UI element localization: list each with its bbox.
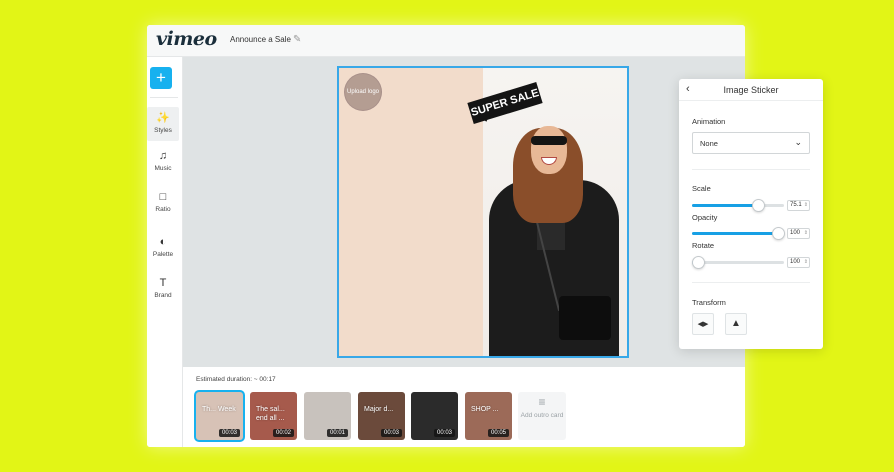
panel-title: Image Sticker <box>723 85 779 95</box>
sidebar-item-brand[interactable]: Τ Brand <box>147 276 179 299</box>
palette-icon: ◐ <box>159 236 167 248</box>
clip-duration: 00:03 <box>380 429 402 437</box>
canvas-stage: Upload logo SUPER SALE <box>183 57 745 367</box>
magic-wand-icon: ✨ <box>156 112 170 124</box>
panel-header: ‹ Image Sticker <box>679 79 823 101</box>
opacity-value: 100 <box>790 230 801 236</box>
sidebar-item-music[interactable]: ♫ Music <box>147 149 179 172</box>
clip-duration: 00:01 <box>326 429 348 437</box>
rotate-slider-thumb[interactable] <box>692 256 706 269</box>
transform-label: Transform <box>692 298 726 307</box>
flip-vertical-icon: ▲ <box>731 318 741 329</box>
timeline-clip[interactable]: 00:01 <box>304 392 351 440</box>
upload-logo-badge[interactable]: Upload logo <box>345 74 381 110</box>
timeline-clip[interactable]: The sal... end all ... 00:02 <box>250 392 297 440</box>
sidebar-item-styles[interactable]: ✨ Styles <box>147 107 179 141</box>
rotate-slider[interactable] <box>692 256 784 269</box>
estimated-duration: Estimated duration: ~ 00:17 <box>196 376 276 383</box>
clip-caption: Major d... <box>364 406 394 413</box>
clip-caption: The sal... end all ... <box>256 406 285 423</box>
ratio-icon: □ <box>159 191 167 203</box>
timeline-clip[interactable]: Th... Week 00:03 <box>196 392 243 440</box>
add-list-icon: ≡ <box>538 395 546 409</box>
timeline-clip[interactable]: Major d... 00:03 <box>358 392 405 440</box>
clip-caption: SHOP ... <box>471 406 499 413</box>
scale-slider[interactable] <box>692 199 784 212</box>
top-bar: vimeo Announce a Sale ✎ <box>147 25 745 57</box>
sidebar-item-palette[interactable]: ◐ Palette <box>147 235 179 258</box>
sidebar-item-label: Music <box>154 165 172 172</box>
add-button[interactable]: + <box>150 67 172 89</box>
stepper-icon[interactable]: ⇕ <box>804 258 808 267</box>
animation-select[interactable]: None ⌄ <box>692 132 810 154</box>
scale-slider-thumb[interactable] <box>752 199 766 212</box>
clip-duration: 00:03 <box>433 429 455 437</box>
scale-input[interactable]: 75.1 ⇕ <box>787 200 810 211</box>
opacity-label: Opacity <box>692 213 718 222</box>
chevron-down-icon: ⌄ <box>794 137 802 147</box>
rotate-value: 100 <box>790 259 801 265</box>
flip-horizontal-icon: ◀▶ <box>697 321 709 328</box>
panel-divider <box>692 282 810 283</box>
timeline-clip[interactable]: SHOP ... 00:05 <box>465 392 512 440</box>
opacity-slider[interactable] <box>692 227 785 240</box>
sidebar-item-label: Brand <box>154 292 172 299</box>
sidebar-item-label: Ratio <box>155 206 171 213</box>
clip-duration: 00:02 <box>272 429 294 437</box>
rotate-input[interactable]: 100 ⇕ <box>787 257 810 268</box>
flip-horizontal-button[interactable]: ◀▶ <box>692 313 714 335</box>
sidebar-divider <box>150 97 178 98</box>
pencil-icon[interactable]: ✎ <box>293 34 301 45</box>
animation-value: None <box>700 139 718 148</box>
project-title[interactable]: Announce a Sale <box>230 35 291 44</box>
sidebar-item-ratio[interactable]: □ Ratio <box>147 190 179 213</box>
video-canvas[interactable]: Upload logo SUPER SALE <box>337 66 629 358</box>
panel-divider <box>692 169 810 170</box>
scale-value: 75.1 <box>790 202 802 208</box>
sidebar-item-label: Styles <box>154 127 172 134</box>
photo-sunglasses <box>531 136 567 145</box>
opacity-slider-fill <box>692 232 778 235</box>
stepper-icon[interactable]: ⇕ <box>804 229 808 238</box>
opacity-slider-thumb[interactable] <box>771 227 785 240</box>
outro-label: Add outro card <box>520 412 564 419</box>
clip-duration: 00:03 <box>218 429 240 437</box>
opacity-input[interactable]: 100 ⇕ <box>787 228 810 239</box>
stepper-icon[interactable]: ⇕ <box>804 201 808 210</box>
rotate-label: Rotate <box>692 241 715 250</box>
sidebar-item-label: Palette <box>152 251 174 258</box>
photo-handbag <box>559 296 611 340</box>
scale-label: Scale <box>692 184 711 193</box>
add-outro-card-button[interactable]: ≡ Add outro card <box>518 392 566 440</box>
photo-face <box>531 126 567 174</box>
timeline-clip[interactable]: 00:03 <box>411 392 458 440</box>
editor-window: vimeo Announce a Sale ✎ + ✨ Styles ♫ Mus… <box>147 25 745 447</box>
scale-slider-fill <box>692 204 759 207</box>
brand-icon: Τ <box>159 277 167 289</box>
animation-label: Animation <box>692 117 726 126</box>
music-icon: ♫ <box>158 150 168 162</box>
sidebar: + ✨ Styles ♫ Music □ Ratio ◐ Palette Τ B… <box>147 57 183 447</box>
flip-vertical-button[interactable]: ▲ <box>725 313 747 335</box>
clip-caption: Th... Week <box>202 406 236 413</box>
clip-duration: 00:05 <box>487 429 509 437</box>
image-sticker-panel: ‹ Image Sticker Animation None ⌄ Scale 7… <box>679 79 823 349</box>
timeline: Estimated duration: ~ 00:17 Th... Week 00… <box>183 367 745 447</box>
vimeo-logo[interactable]: vimeo <box>156 28 217 50</box>
